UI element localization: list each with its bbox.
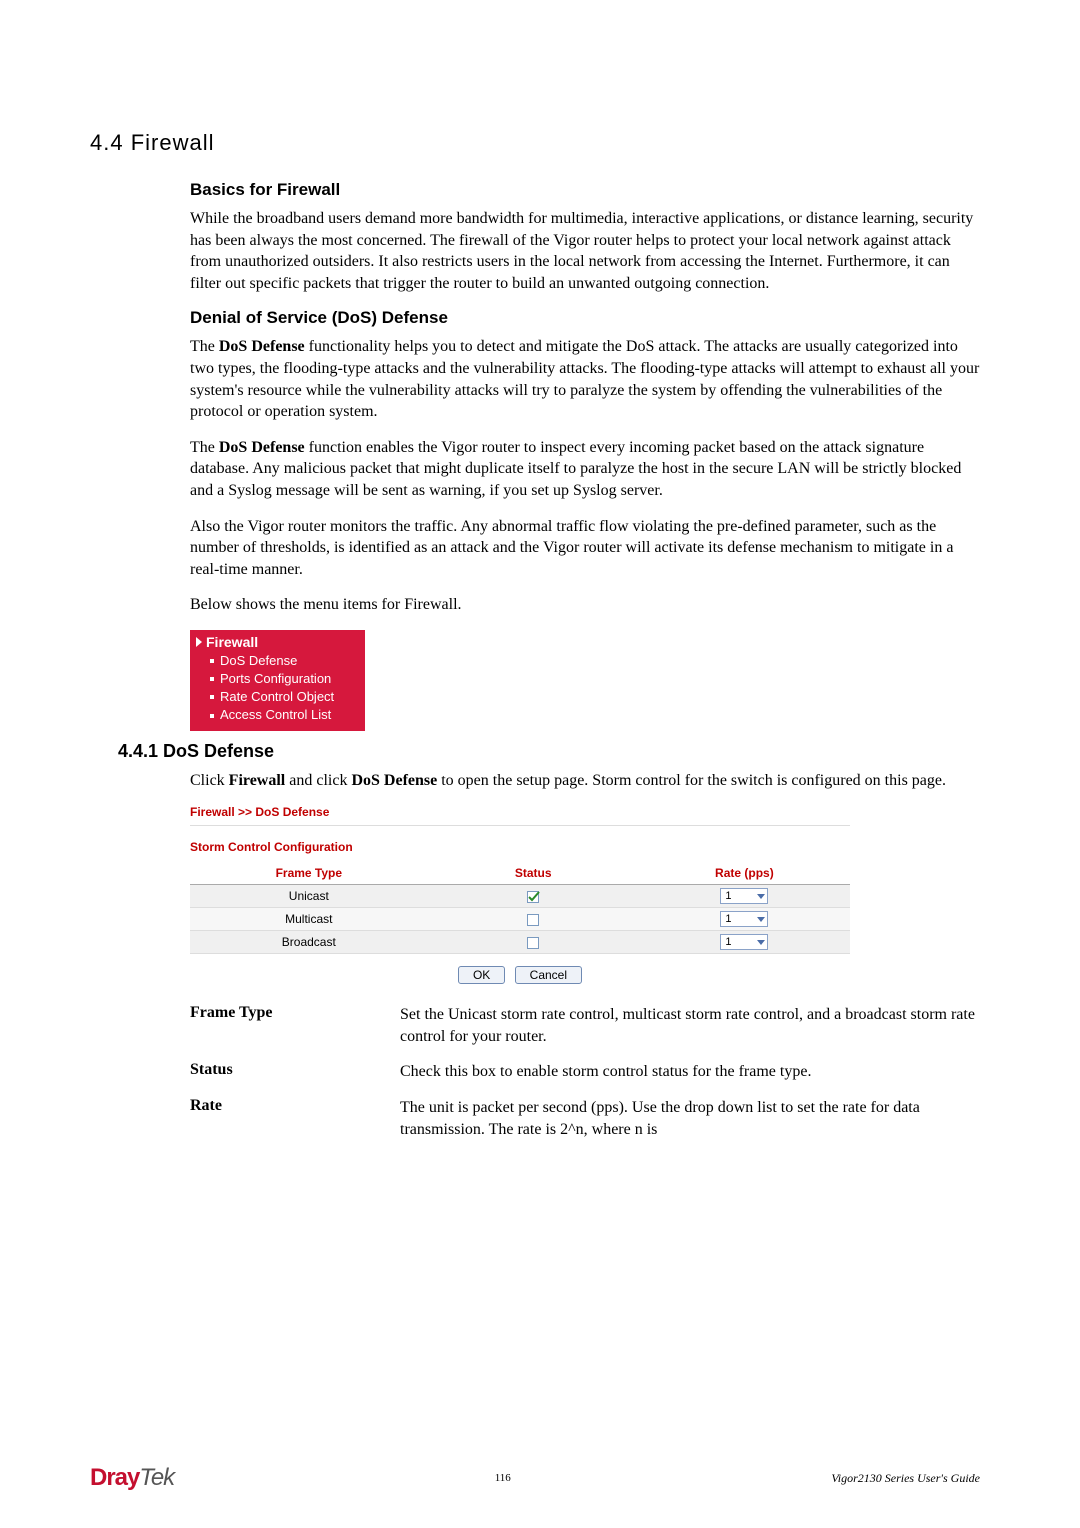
dos-config-panel: Firewall >> DoS Defense Storm Control Co… (190, 805, 850, 984)
brand-part2: Tek (139, 1464, 174, 1491)
rate-select[interactable]: 1 (720, 911, 768, 927)
param-label: Frame Type (190, 1004, 400, 1047)
text: and click (285, 772, 351, 789)
subsection-heading: 4.4.1 DoS Defense (118, 741, 980, 762)
bold-text: DoS Defense (219, 338, 305, 355)
menu-item-acl[interactable]: Access Control List (196, 706, 359, 724)
menu-item-label: Access Control List (220, 706, 331, 724)
basics-paragraph: While the broadband users demand more ba… (190, 208, 980, 294)
page-number: 116 (495, 1472, 511, 1484)
param-label: Rate (190, 1097, 400, 1140)
status-checkbox[interactable] (527, 937, 539, 949)
bullet-icon (210, 677, 214, 681)
frame-type-cell: Unicast (190, 885, 428, 908)
guide-title: Vigor2130 Series User's Guide (831, 1471, 980, 1486)
dos-paragraph-4: Below shows the menu items for Firewall. (190, 594, 980, 616)
text: function enables the Vigor router to ins… (190, 439, 961, 499)
bold-text: DoS Defense (219, 439, 305, 456)
brand-logo: DrayTek (90, 1464, 174, 1492)
param-label: Status (190, 1061, 400, 1083)
param-row: Rate The unit is packet per second (pps)… (190, 1097, 980, 1140)
text: to open the setup page. Storm control fo… (437, 772, 946, 789)
text: Click (190, 772, 229, 789)
firewall-menu-label: Firewall (206, 634, 258, 650)
menu-item-label: DoS Defense (220, 652, 297, 670)
divider (190, 825, 850, 826)
bold-text: DoS Defense (351, 772, 437, 789)
basics-heading: Basics for Firewall (190, 180, 980, 200)
table-row: Unicast 1 (190, 885, 850, 908)
param-desc: The unit is packet per second (pps). Use… (400, 1097, 980, 1140)
dos-paragraph-2: The DoS Defense function enables the Vig… (190, 437, 980, 502)
status-checkbox[interactable] (527, 914, 539, 926)
page-footer: DrayTek 116 Vigor2130 Series User's Guid… (0, 1464, 1080, 1492)
col-rate: Rate (pps) (639, 862, 850, 885)
section-heading: 4.4 Firewall (90, 130, 980, 156)
frame-type-cell: Multicast (190, 908, 428, 931)
chevron-right-icon (196, 637, 202, 647)
param-row: Status Check this box to enable storm co… (190, 1061, 980, 1083)
menu-item-dos-defense[interactable]: DoS Defense (196, 652, 359, 670)
subsection-intro: Click Firewall and click DoS Defense to … (190, 770, 980, 792)
bold-text: Firewall (229, 772, 286, 789)
ok-button[interactable]: OK (458, 966, 505, 984)
text: The (190, 439, 219, 456)
param-desc: Check this box to enable storm control s… (400, 1061, 980, 1083)
brand-part1: Dray (90, 1464, 139, 1491)
frame-type-cell: Broadcast (190, 931, 428, 954)
param-row: Frame Type Set the Unicast storm rate co… (190, 1004, 980, 1047)
menu-item-label: Ports Configuration (220, 670, 331, 688)
status-checkbox[interactable] (527, 891, 539, 903)
cancel-button[interactable]: Cancel (515, 966, 582, 984)
chevron-down-icon (757, 940, 765, 945)
chevron-down-icon (757, 917, 765, 922)
text: functionality helps you to detect and mi… (190, 338, 979, 420)
dos-heading: Denial of Service (DoS) Defense (190, 308, 980, 328)
bullet-icon (210, 695, 214, 699)
breadcrumb: Firewall >> DoS Defense (190, 805, 850, 819)
firewall-menu: Firewall DoS Defense Ports Configuration… (190, 630, 365, 731)
dos-paragraph-3: Also the Vigor router monitors the traff… (190, 516, 980, 581)
bullet-icon (210, 659, 214, 663)
chevron-down-icon (757, 894, 765, 899)
rate-value: 1 (723, 890, 731, 902)
table-row: Broadcast 1 (190, 931, 850, 954)
rate-value: 1 (723, 936, 731, 948)
bullet-icon (210, 714, 214, 718)
col-frame-type: Frame Type (190, 862, 428, 885)
firewall-menu-header[interactable]: Firewall (196, 634, 359, 650)
dos-paragraph-1: The DoS Defense functionality helps you … (190, 336, 980, 422)
col-status: Status (428, 862, 639, 885)
storm-control-table: Frame Type Status Rate (pps) Unicast (190, 862, 850, 954)
rate-value: 1 (723, 913, 731, 925)
rate-select[interactable]: 1 (720, 934, 768, 950)
table-row: Multicast 1 (190, 908, 850, 931)
text: The (190, 338, 219, 355)
menu-item-ports-config[interactable]: Ports Configuration (196, 670, 359, 688)
menu-item-rate-control[interactable]: Rate Control Object (196, 688, 359, 706)
rate-select[interactable]: 1 (720, 888, 768, 904)
param-desc: Set the Unicast storm rate control, mult… (400, 1004, 980, 1047)
menu-item-label: Rate Control Object (220, 688, 334, 706)
storm-control-title: Storm Control Configuration (190, 840, 850, 854)
